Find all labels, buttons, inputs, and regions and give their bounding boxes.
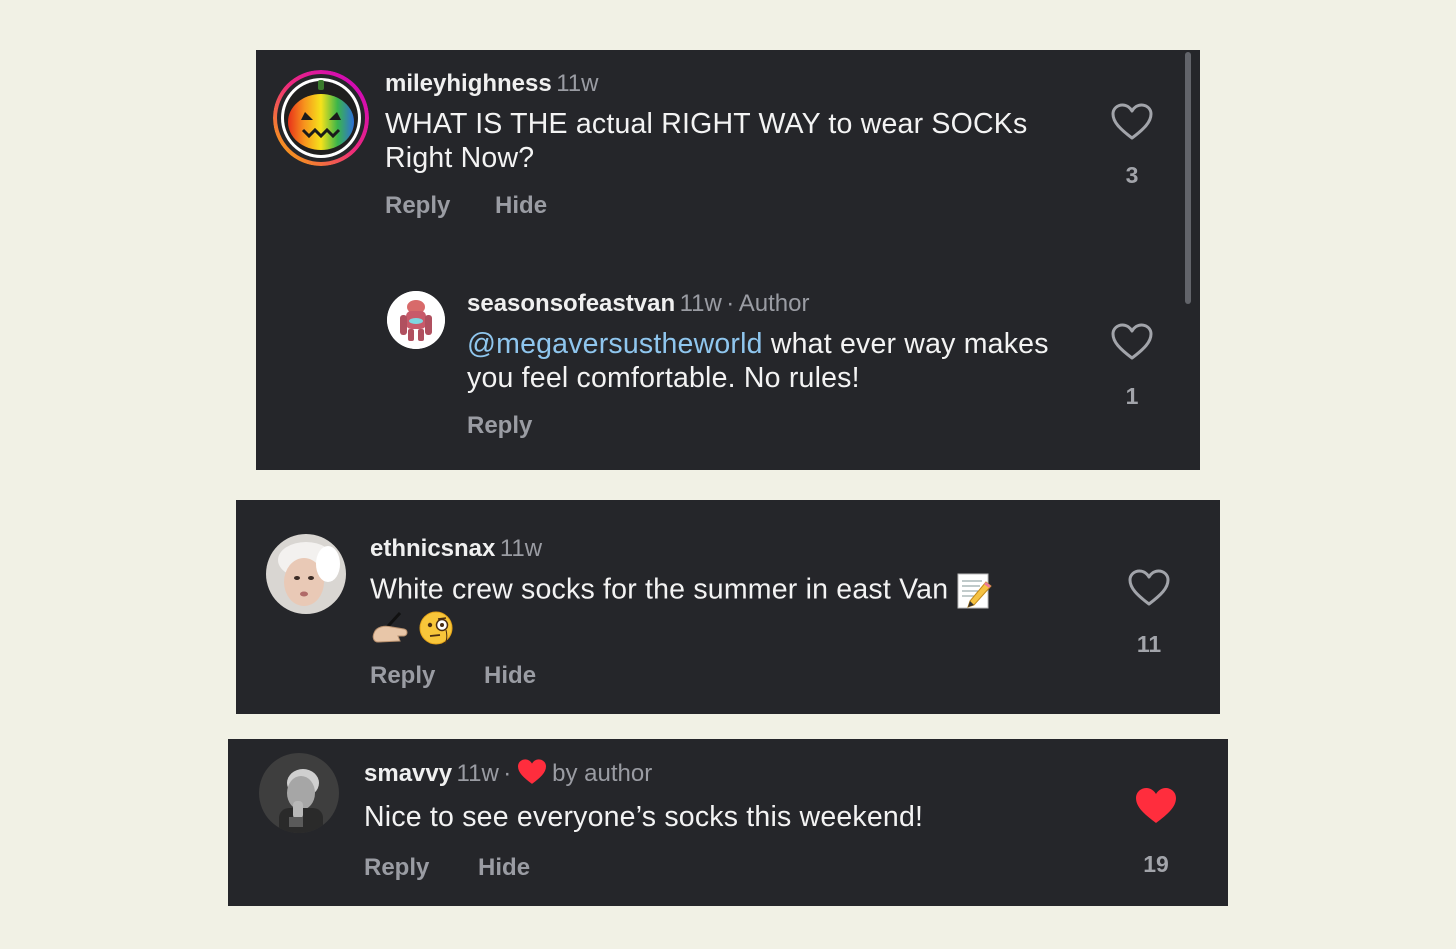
reply-button[interactable]: Reply <box>370 662 435 689</box>
heart-filled-icon <box>517 759 546 784</box>
avatar[interactable] <box>266 534 346 614</box>
username[interactable]: ethnicsnax <box>370 535 495 562</box>
comment-card-3: smavvy 11w · by author Nice to see every… <box>228 739 1228 906</box>
scrollbar[interactable] <box>1185 52 1191 304</box>
like-button[interactable] <box>1127 568 1171 608</box>
face-with-monocle-icon <box>419 611 453 645</box>
comment-text: WHAT IS THE actual RIGHT WAY to wear SOC… <box>385 108 1028 174</box>
reply-button[interactable]: Reply <box>467 412 532 439</box>
like-count: 19 <box>1143 851 1169 877</box>
avatar[interactable] <box>387 291 445 349</box>
heart-filled-icon <box>1136 788 1176 823</box>
comment-thread-card-1: mileyhighness 11w WHAT IS THE actual RIG… <box>256 50 1200 470</box>
comment-header: smavvy 11w · by author <box>364 758 652 792</box>
hide-button[interactable]: Hide <box>484 662 536 689</box>
username[interactable]: seasonsofeastvan <box>467 290 675 317</box>
reply-text: @megaversustheworld what ever way makes … <box>467 327 1067 395</box>
like-button[interactable] <box>1134 786 1178 826</box>
avatar[interactable] <box>259 753 339 833</box>
like-count: 1 <box>1125 383 1139 409</box>
liked-by-author-label: by author <box>552 760 653 787</box>
reply-actions: Reply <box>467 412 532 440</box>
heart-outline-icon <box>1111 323 1153 360</box>
comment-actions: Reply Hide <box>364 854 530 882</box>
hide-button[interactable]: Hide <box>495 192 547 219</box>
timestamp: 11w <box>679 290 722 317</box>
timestamp: 11w <box>556 70 599 97</box>
like-button[interactable] <box>1110 102 1154 142</box>
author-badge: Author <box>738 290 810 317</box>
heart-outline-icon <box>1111 103 1153 140</box>
like-count: 11 <box>1136 631 1162 657</box>
comment-card-2: ethnicsnax 11w White crew socks for the … <box>236 500 1220 714</box>
reply-button[interactable]: Reply <box>385 192 450 219</box>
like-button[interactable] <box>1110 322 1154 362</box>
username[interactable]: smavvy <box>364 760 452 787</box>
mention-link[interactable]: @megaversustheworld <box>467 328 763 360</box>
avatar[interactable] <box>273 70 369 166</box>
writing-hand-icon <box>372 612 408 643</box>
reply-header: seasonsofeastvan 11w · Author <box>467 289 809 322</box>
username[interactable]: mileyhighness <box>385 70 552 97</box>
comment-text: Nice to see everyone’s socks this weeken… <box>364 801 924 833</box>
comment-actions: Reply Hide <box>370 662 536 690</box>
separator: · <box>726 290 735 317</box>
memo-icon <box>957 573 993 609</box>
timestamp: 11w <box>456 760 499 787</box>
separator: · <box>503 760 512 787</box>
timestamp: 11w <box>499 535 543 562</box>
reply-button[interactable]: Reply <box>364 854 429 881</box>
comment-header: mileyhighness 11w <box>385 69 598 102</box>
like-count: 3 <box>1125 162 1139 188</box>
hide-button[interactable]: Hide <box>478 854 530 881</box>
comment-header: ethnicsnax 11w <box>370 534 542 567</box>
comment-text: White crew socks for the summer in east … <box>370 572 1090 646</box>
heart-outline-icon <box>1128 569 1170 606</box>
comment-body: White crew socks for the summer in east … <box>370 573 949 606</box>
comment-actions: Reply Hide <box>385 192 547 220</box>
